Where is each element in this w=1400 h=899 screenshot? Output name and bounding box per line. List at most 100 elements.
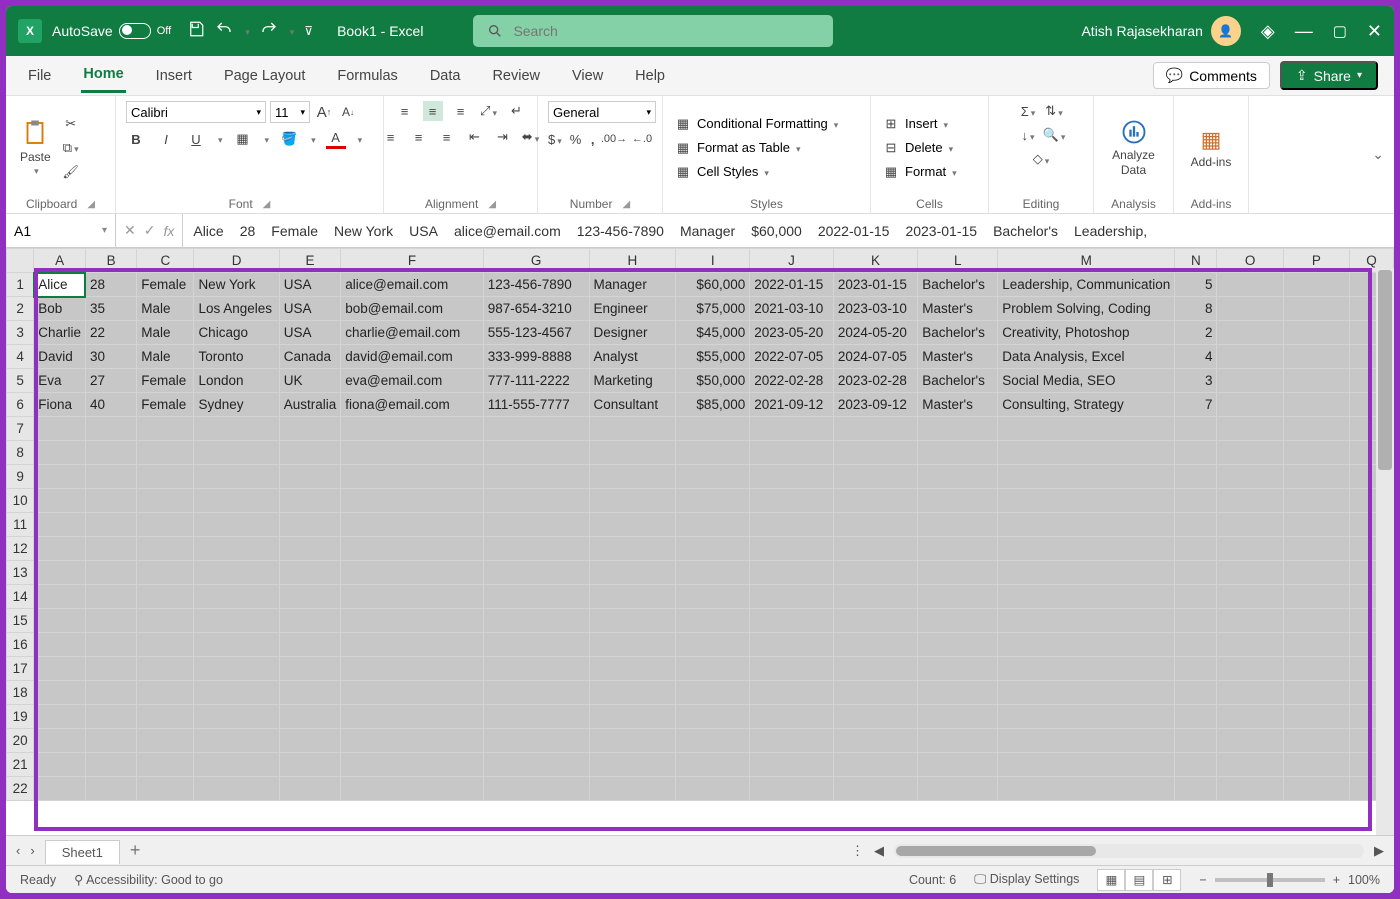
cell[interactable] [676, 417, 750, 441]
cell[interactable] [341, 513, 483, 537]
cell[interactable] [1217, 681, 1283, 705]
cell[interactable] [589, 441, 676, 465]
sort-filter-icon[interactable]: ⇅ [1044, 101, 1064, 121]
comma-icon[interactable]: , [589, 129, 596, 149]
cell[interactable] [918, 729, 998, 753]
cell[interactable] [676, 441, 750, 465]
cell[interactable] [279, 777, 341, 801]
cell[interactable] [1283, 441, 1349, 465]
column-header[interactable]: O [1217, 249, 1283, 273]
cell[interactable] [279, 729, 341, 753]
cell[interactable] [833, 417, 917, 441]
increase-indent-icon[interactable]: ⇥ [493, 127, 513, 147]
cell[interactable]: $45,000 [676, 321, 750, 345]
comments-button[interactable]: 💬 Comments [1153, 62, 1270, 89]
align-center-icon[interactable]: ≡ [409, 127, 429, 147]
font-name-select[interactable]: Calibri▾ [126, 101, 266, 123]
cell[interactable] [34, 657, 86, 681]
sheet-tab[interactable]: Sheet1 [45, 840, 120, 864]
cell[interactable]: London [194, 369, 279, 393]
cancel-formula-icon[interactable]: ✕ [124, 222, 136, 239]
cell[interactable] [750, 681, 834, 705]
decrease-indent-icon[interactable]: ⇤ [465, 127, 485, 147]
italic-icon[interactable]: I [156, 129, 176, 149]
scroll-left-icon[interactable]: ◀ [874, 843, 884, 859]
cell[interactable] [341, 777, 483, 801]
cell[interactable] [1283, 297, 1349, 321]
cell[interactable] [137, 417, 194, 441]
menu-formulas[interactable]: Formulas [335, 60, 399, 92]
qat-customize-icon[interactable]: ⊽ [304, 24, 313, 38]
cell[interactable] [676, 681, 750, 705]
cell[interactable] [833, 777, 917, 801]
cell[interactable] [1283, 345, 1349, 369]
cell[interactable] [1283, 777, 1349, 801]
increase-decimal-icon[interactable]: .00→ [604, 129, 624, 149]
cell[interactable]: david@email.com [341, 345, 483, 369]
cell[interactable] [279, 465, 341, 489]
row-header[interactable]: 20 [7, 729, 34, 753]
cell[interactable] [1283, 633, 1349, 657]
cell[interactable] [194, 489, 279, 513]
cell[interactable] [194, 561, 279, 585]
cell[interactable] [750, 753, 834, 777]
cell[interactable]: Consultant [589, 393, 676, 417]
cell[interactable]: 27 [85, 369, 136, 393]
cell[interactable] [833, 609, 917, 633]
cell[interactable] [34, 561, 86, 585]
search-input[interactable] [513, 23, 819, 39]
cell[interactable] [137, 729, 194, 753]
column-header[interactable]: C [137, 249, 194, 273]
cell[interactable] [34, 465, 86, 489]
cell[interactable] [750, 537, 834, 561]
align-bottom-icon[interactable]: ≡ [451, 101, 471, 121]
cell[interactable]: fiona@email.com [341, 393, 483, 417]
cell[interactable] [833, 513, 917, 537]
scroll-right-icon[interactable]: ▶ [1374, 843, 1384, 859]
number-format-select[interactable]: General▾ [548, 101, 656, 123]
cell[interactable] [341, 489, 483, 513]
cell[interactable]: 2022-01-15 [750, 273, 834, 297]
conditional-formatting-button[interactable]: ▦Conditional Formatting [673, 114, 838, 134]
cell[interactable] [34, 753, 86, 777]
cell[interactable] [483, 585, 589, 609]
cell[interactable] [998, 777, 1175, 801]
toggle-off-icon[interactable] [119, 23, 151, 39]
percent-icon[interactable]: % [570, 129, 582, 149]
cell[interactable] [341, 609, 483, 633]
cell[interactable] [998, 489, 1175, 513]
cell[interactable] [483, 705, 589, 729]
cell[interactable] [1217, 561, 1283, 585]
cell[interactable] [1283, 681, 1349, 705]
cell[interactable] [34, 633, 86, 657]
cell[interactable] [918, 465, 998, 489]
cell[interactable] [137, 609, 194, 633]
addins-button[interactable]: ▦ Add-ins [1187, 125, 1236, 171]
cell[interactable] [194, 729, 279, 753]
cell[interactable]: Alice [34, 273, 86, 297]
cell[interactable] [589, 777, 676, 801]
cell[interactable]: alice@email.com [341, 273, 483, 297]
collapse-ribbon-icon[interactable]: ⌄ [1372, 146, 1384, 163]
cell[interactable]: Los Angeles [194, 297, 279, 321]
cell[interactable] [589, 489, 676, 513]
cell[interactable] [85, 465, 136, 489]
cell[interactable] [34, 417, 86, 441]
cell[interactable] [194, 777, 279, 801]
cell[interactable] [483, 489, 589, 513]
cell[interactable]: 7 [1175, 393, 1217, 417]
orientation-icon[interactable]: ⤢ [479, 101, 499, 121]
cell[interactable] [341, 681, 483, 705]
cell[interactable] [1217, 465, 1283, 489]
cell[interactable]: Sydney [194, 393, 279, 417]
cell[interactable]: New York [194, 273, 279, 297]
cell[interactable] [279, 609, 341, 633]
cell[interactable] [589, 537, 676, 561]
cell[interactable] [1175, 417, 1217, 441]
cell[interactable] [194, 753, 279, 777]
cell[interactable] [676, 705, 750, 729]
cell[interactable] [676, 513, 750, 537]
cell[interactable]: 4 [1175, 345, 1217, 369]
paste-button[interactable]: Paste [16, 116, 55, 179]
cell[interactable] [998, 657, 1175, 681]
